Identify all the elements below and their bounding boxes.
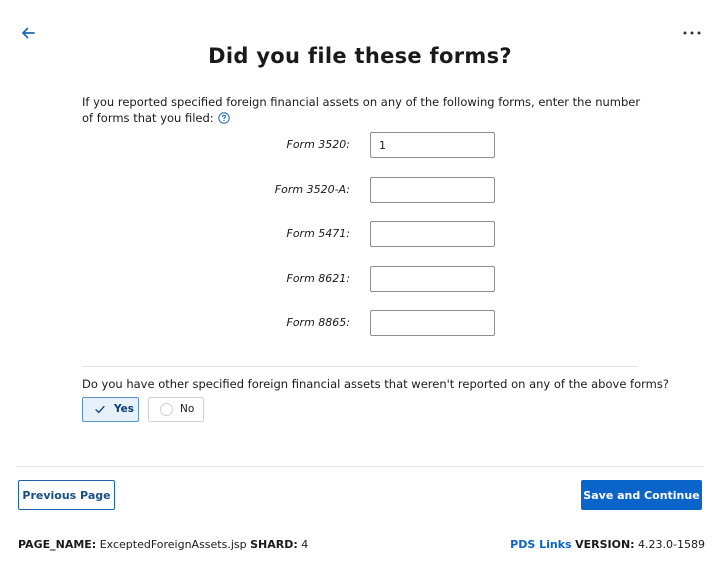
form-5471-input[interactable]: [370, 221, 495, 247]
form-8865-input[interactable]: [370, 310, 495, 336]
form-8621-row: Form 8621:: [0, 266, 720, 292]
form-8865-row: Form 8865:: [0, 310, 720, 336]
form-8621-input[interactable]: [370, 266, 495, 292]
arrow-left-icon[interactable]: [19, 24, 37, 42]
version-value: 4.23.0-1589: [638, 538, 705, 551]
previous-page-button[interactable]: Previous Page: [18, 480, 115, 510]
checkmark-icon: [95, 405, 105, 414]
intro-label: If you reported specified foreign financ…: [82, 95, 641, 125]
shard-value: 4: [301, 538, 309, 551]
no-option-button[interactable]: No: [148, 397, 204, 422]
radio-circle-icon: [160, 403, 173, 416]
ellipsis-horizontal-icon[interactable]: [681, 24, 703, 42]
shard-label: SHARD:: [250, 538, 298, 551]
form-5471-row: Form 5471:: [0, 221, 720, 247]
page-meta-info: PAGE_NAME: ExceptedForeignAssets.jsp SHA…: [18, 538, 308, 551]
no-option-label: No: [180, 403, 195, 415]
intro-text: If you reported specified foreign financ…: [82, 95, 642, 126]
form-8621-label: Form 8621:: [286, 272, 351, 285]
save-and-continue-button[interactable]: Save and Continue: [581, 480, 702, 510]
version-label: VERSION:: [575, 538, 635, 551]
form-3520a-input[interactable]: [370, 177, 495, 203]
form-3520-input[interactable]: [370, 132, 495, 158]
form-3520-label: Form 3520:: [286, 138, 351, 151]
other-assets-question: Do you have other specified foreign fina…: [82, 377, 669, 391]
form-3520a-label: Form 3520-A:: [274, 183, 350, 196]
section-divider: [82, 366, 638, 367]
version-info: PDS Links VERSION: 4.23.0-1589: [510, 538, 705, 551]
pds-links-link[interactable]: PDS Links: [510, 538, 571, 551]
yes-option-label: Yes: [114, 403, 135, 415]
yes-option-button[interactable]: Yes: [82, 397, 139, 422]
page-name-label: PAGE_NAME:: [18, 538, 97, 551]
form-8865-label: Form 8865:: [286, 316, 351, 329]
footer-divider: [16, 466, 704, 467]
page-name-value: ExceptedForeignAssets.jsp: [99, 538, 247, 551]
form-3520a-row: Form 3520-A:: [0, 177, 720, 203]
question-circle-icon[interactable]: [218, 111, 231, 124]
form-5471-label: Form 5471:: [286, 227, 351, 240]
page-title: Did you file these forms?: [208, 44, 512, 68]
form-3520-row: Form 3520:: [0, 132, 720, 158]
